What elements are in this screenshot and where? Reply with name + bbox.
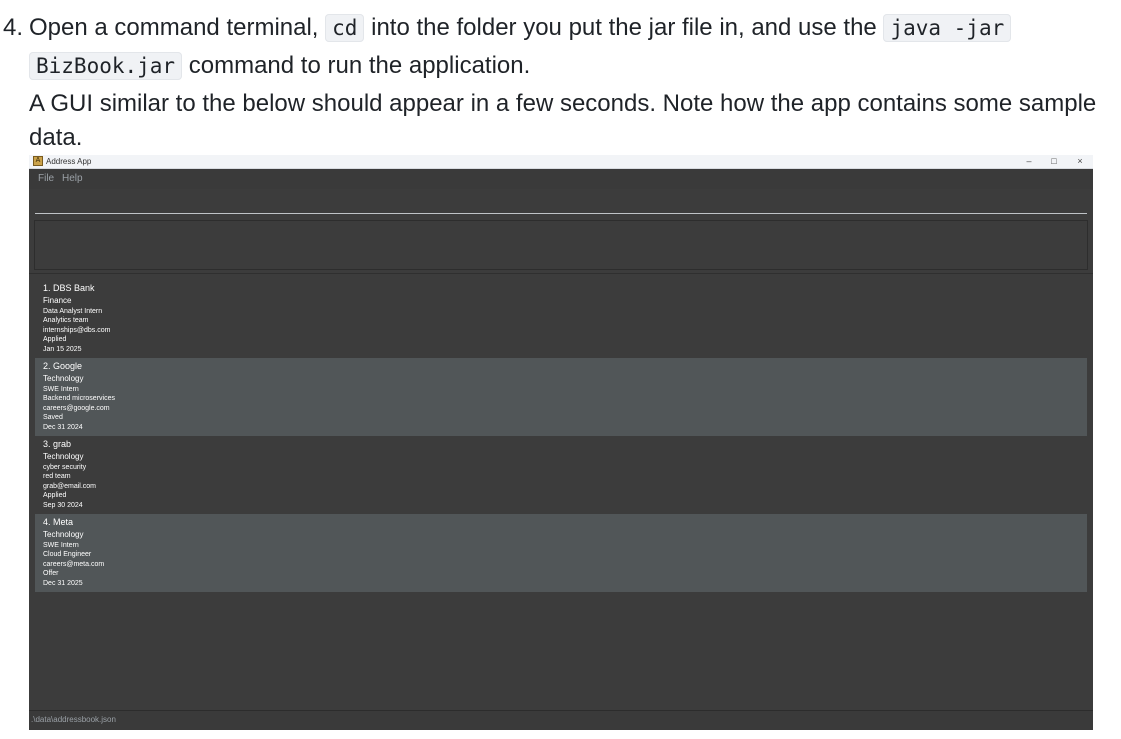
card-role: SWE Intern <box>43 542 79 549</box>
instruction-line-4: data. <box>29 124 83 151</box>
card-team: Backend microservices <box>43 395 115 403</box>
card-title: 4. Meta <box>43 517 74 527</box>
step-number: 4. <box>3 14 24 41</box>
card-email: careers@meta.com <box>43 560 105 568</box>
instruction-text: into the folder you put the jar file in,… <box>371 14 877 41</box>
inline-code-jar: BizBook.jar <box>29 52 183 80</box>
instruction-line-3: A GUI similar to the below should appear… <box>29 90 1097 117</box>
status-bar: .\data\addressbook.json <box>29 710 1093 730</box>
app-icon: A <box>33 156 43 166</box>
card-industry: Technology <box>43 452 84 461</box>
status-bar-path: .\data\addressbook.json <box>31 715 116 724</box>
close-icon[interactable]: × <box>1069 155 1091 168</box>
card-email: careers@google.com <box>43 404 110 412</box>
card-title: 3. grab <box>43 439 72 449</box>
card-email: internships@dbs.com <box>43 326 111 334</box>
card-team: Cloud Engineer <box>43 551 92 559</box>
card-status: Offer <box>43 570 59 578</box>
instruction-line-1: Open a command terminal, cd into the fol… <box>29 9 1012 47</box>
instruction-line-2: BizBook.jar command to run the applicati… <box>29 47 530 85</box>
menu-help[interactable]: Help <box>62 169 83 189</box>
card-industry: Technology <box>43 374 84 383</box>
card-date: Dec 31 2025 <box>43 579 83 587</box>
window-title: Address App <box>46 157 92 166</box>
card-title: 2. Google <box>43 361 83 371</box>
card-title: 1. DBS Bank <box>43 283 95 293</box>
command-input[interactable] <box>35 189 1087 214</box>
application-list[interactable]: 1. DBS Bank Finance Data Analyst Intern … <box>35 280 1087 692</box>
menu-file[interactable]: File <box>38 169 54 189</box>
list-item[interactable]: 2. Google Technology SWE Intern Backend … <box>35 358 1087 436</box>
card-email: grab@email.com <box>43 482 97 490</box>
card-status: Saved <box>43 414 63 422</box>
card-role: SWE Intern <box>43 386 79 393</box>
inline-code-cd: cd <box>325 14 365 42</box>
card-team: red team <box>43 473 71 481</box>
list-item[interactable]: 4. Meta Technology SWE Intern Cloud Engi… <box>35 514 1087 592</box>
card-date: Jan 15 2025 <box>43 345 82 353</box>
card-status: Applied <box>43 336 67 344</box>
instruction-text: Open a command terminal, <box>29 14 319 41</box>
list-item[interactable]: 3. grab Technology cyber security red te… <box>35 436 1087 514</box>
app-window: A Address App – □ × File Help 1. DBS Ban… <box>29 155 1093 730</box>
maximize-icon[interactable]: □ <box>1043 155 1065 168</box>
card-industry: Technology <box>43 530 84 539</box>
card-date: Dec 31 2024 <box>43 423 83 431</box>
inline-code-java: java -jar <box>883 14 1012 42</box>
card-industry: Finance <box>43 296 72 305</box>
command-input-underline <box>35 213 1087 214</box>
result-display[interactable] <box>34 220 1088 270</box>
list-item[interactable]: 1. DBS Bank Finance Data Analyst Intern … <box>35 280 1087 358</box>
divider <box>29 273 1093 274</box>
instruction-text: command to run the application. <box>188 52 531 79</box>
card-role: cyber security <box>43 464 87 471</box>
menu-bar: File Help <box>29 169 1093 189</box>
card-status: Applied <box>43 492 67 500</box>
title-bar[interactable]: A Address App – □ × <box>29 155 1093 169</box>
minimize-icon[interactable]: – <box>1018 155 1040 168</box>
card-team: Analytics team <box>43 317 89 325</box>
instruction-step: 4. Open a command terminal, cd into the … <box>0 0 1121 156</box>
card-date: Sep 30 2024 <box>43 501 83 509</box>
card-role: Data Analyst Intern <box>43 308 103 315</box>
